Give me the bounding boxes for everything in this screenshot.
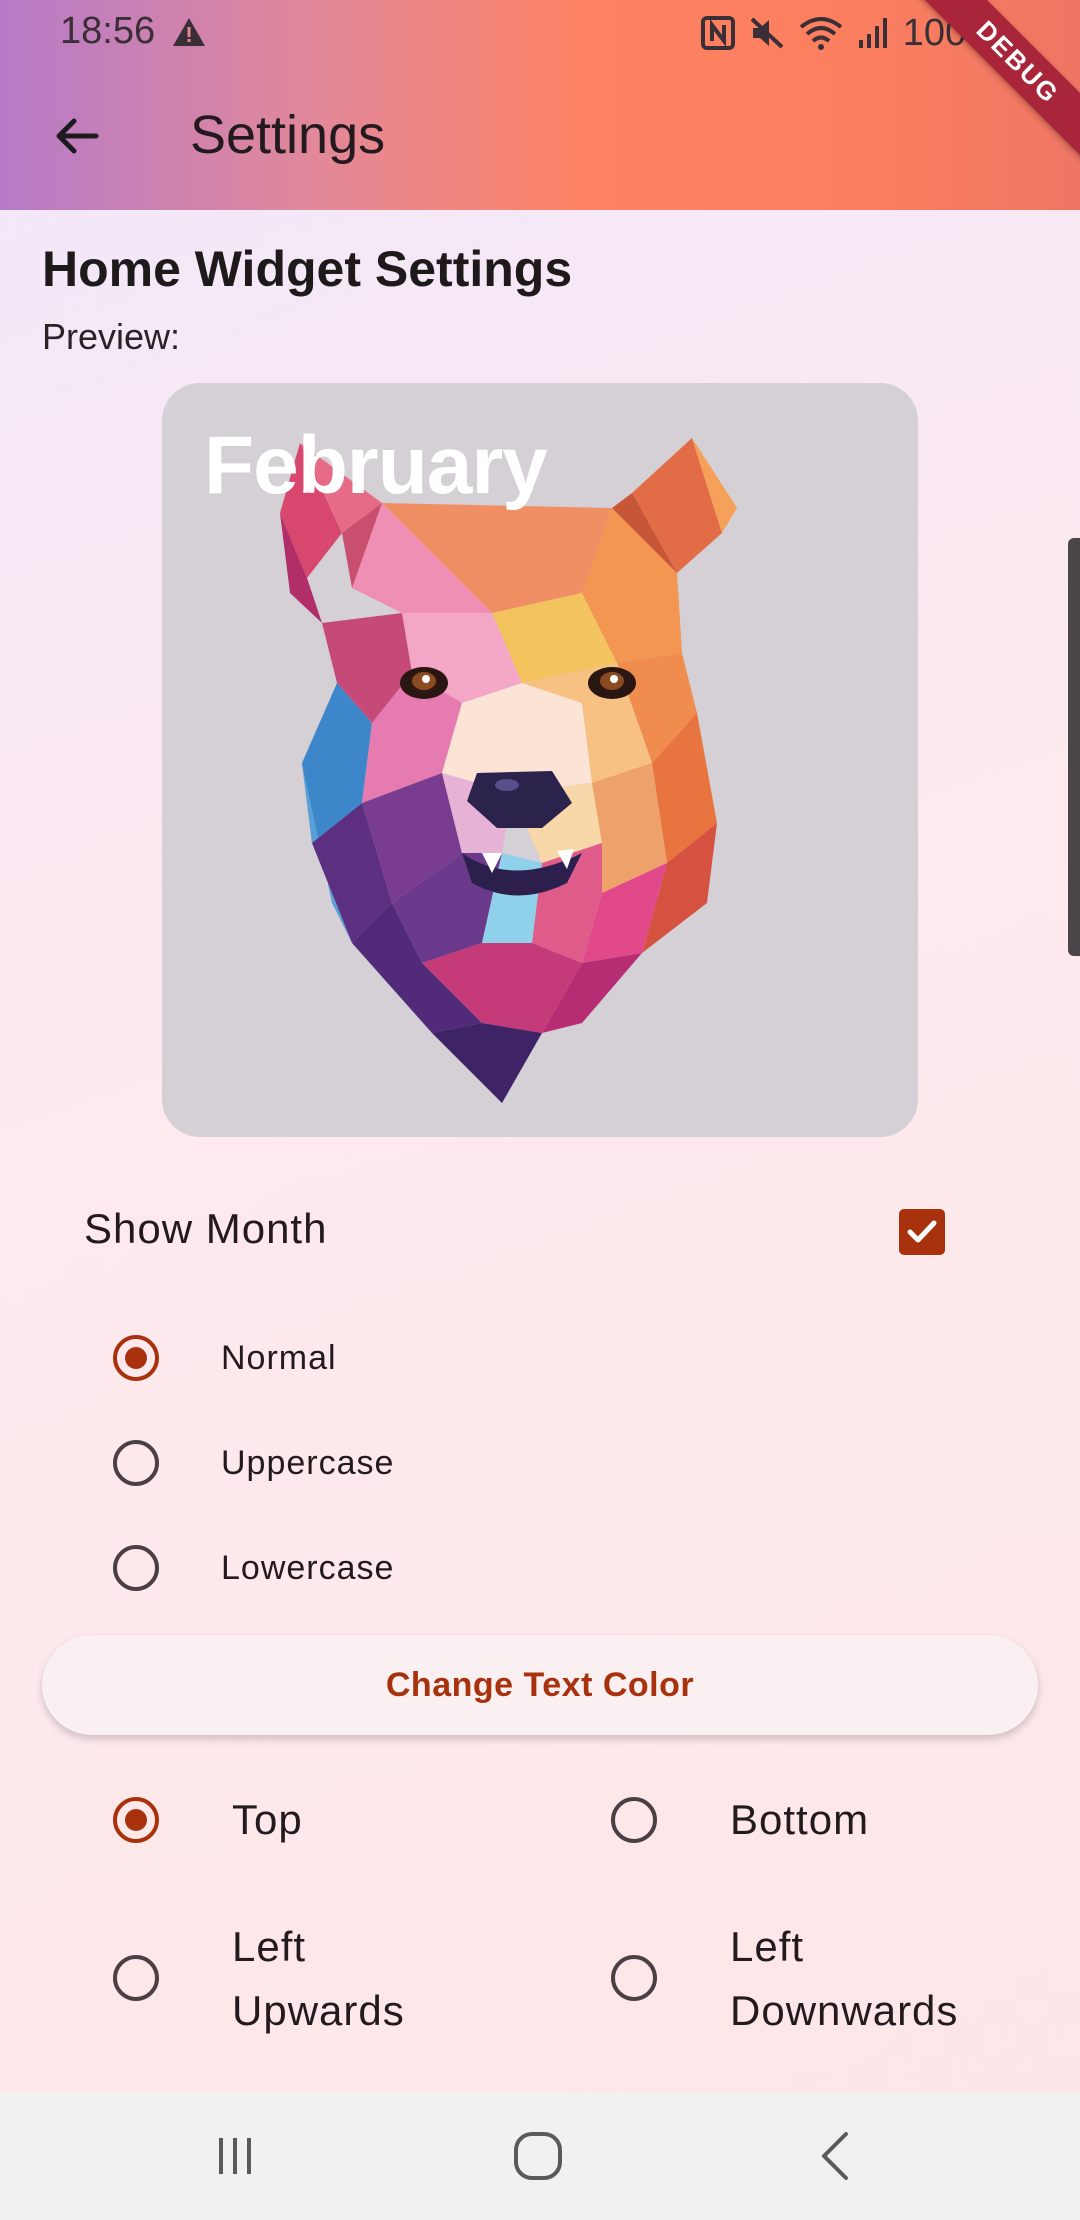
nfc-icon [700,16,735,50]
preview-month-text: February [204,420,548,511]
scroll-handle[interactable] [1068,538,1080,956]
radio-position-bottom-label[interactable]: Bottom [730,1788,869,1852]
home-icon [514,2132,562,2180]
radio-case-lowercase[interactable] [113,1545,159,1591]
radio-case-uppercase[interactable] [113,1440,159,1486]
nav-back-button[interactable] [776,2092,896,2220]
radio-position-bottom[interactable] [611,1797,657,1843]
show-month-label: Show Month [84,1205,328,1252]
radio-position-top-label[interactable]: Top [232,1788,303,1852]
warning-icon [173,18,205,46]
nav-recents-button[interactable] [175,2092,295,2220]
app-bar: 18:56 100% Settings [0,0,1080,210]
radio-case-uppercase-label[interactable]: Uppercase [221,1444,394,1483]
radio-case-lowercase-label[interactable]: Lowercase [221,1549,394,1588]
show-month-row[interactable]: Show Month [84,1195,954,1269]
back-button[interactable] [40,100,112,172]
radio-case-normal-label[interactable]: Normal [221,1339,337,1378]
show-month-checkbox[interactable] [899,1209,945,1255]
nav-home-button[interactable] [478,2092,598,2220]
wifi-icon [799,17,843,50]
mute-icon [750,17,784,49]
radio-position-left-upwards[interactable] [113,1955,159,2001]
left-downwards-line1: Left [730,1923,805,1970]
signal-icon [858,18,887,48]
radio-position-left-downwards-label[interactable]: Left Downwards [730,1915,958,2043]
check-icon [907,1220,937,1243]
system-nav-bar [0,2092,1080,2220]
left-upwards-line2: Upwards [232,1987,405,2034]
preview-label: Preview: [42,316,181,357]
change-text-color-button[interactable]: Change Text Color [42,1635,1038,1735]
section-title: Home Widget Settings [42,241,573,297]
app-bar-title: Settings [190,105,386,165]
status-time: 18:56 [60,10,156,52]
left-upwards-line1: Left [232,1923,307,1970]
recents-icon [219,2138,251,2174]
widget-preview: February [162,383,918,1137]
left-downwards-line2: Downwards [730,1987,959,2034]
radio-position-left-upwards-label[interactable]: Left Upwards [232,1915,405,2043]
radio-position-top[interactable] [113,1797,159,1843]
arrow-back-icon [56,118,99,154]
radio-case-normal[interactable] [113,1335,159,1381]
radio-position-left-downwards[interactable] [611,1955,657,2001]
status-bar: 18:56 100% [0,0,1080,66]
nav-back-icon [822,2132,848,2180]
